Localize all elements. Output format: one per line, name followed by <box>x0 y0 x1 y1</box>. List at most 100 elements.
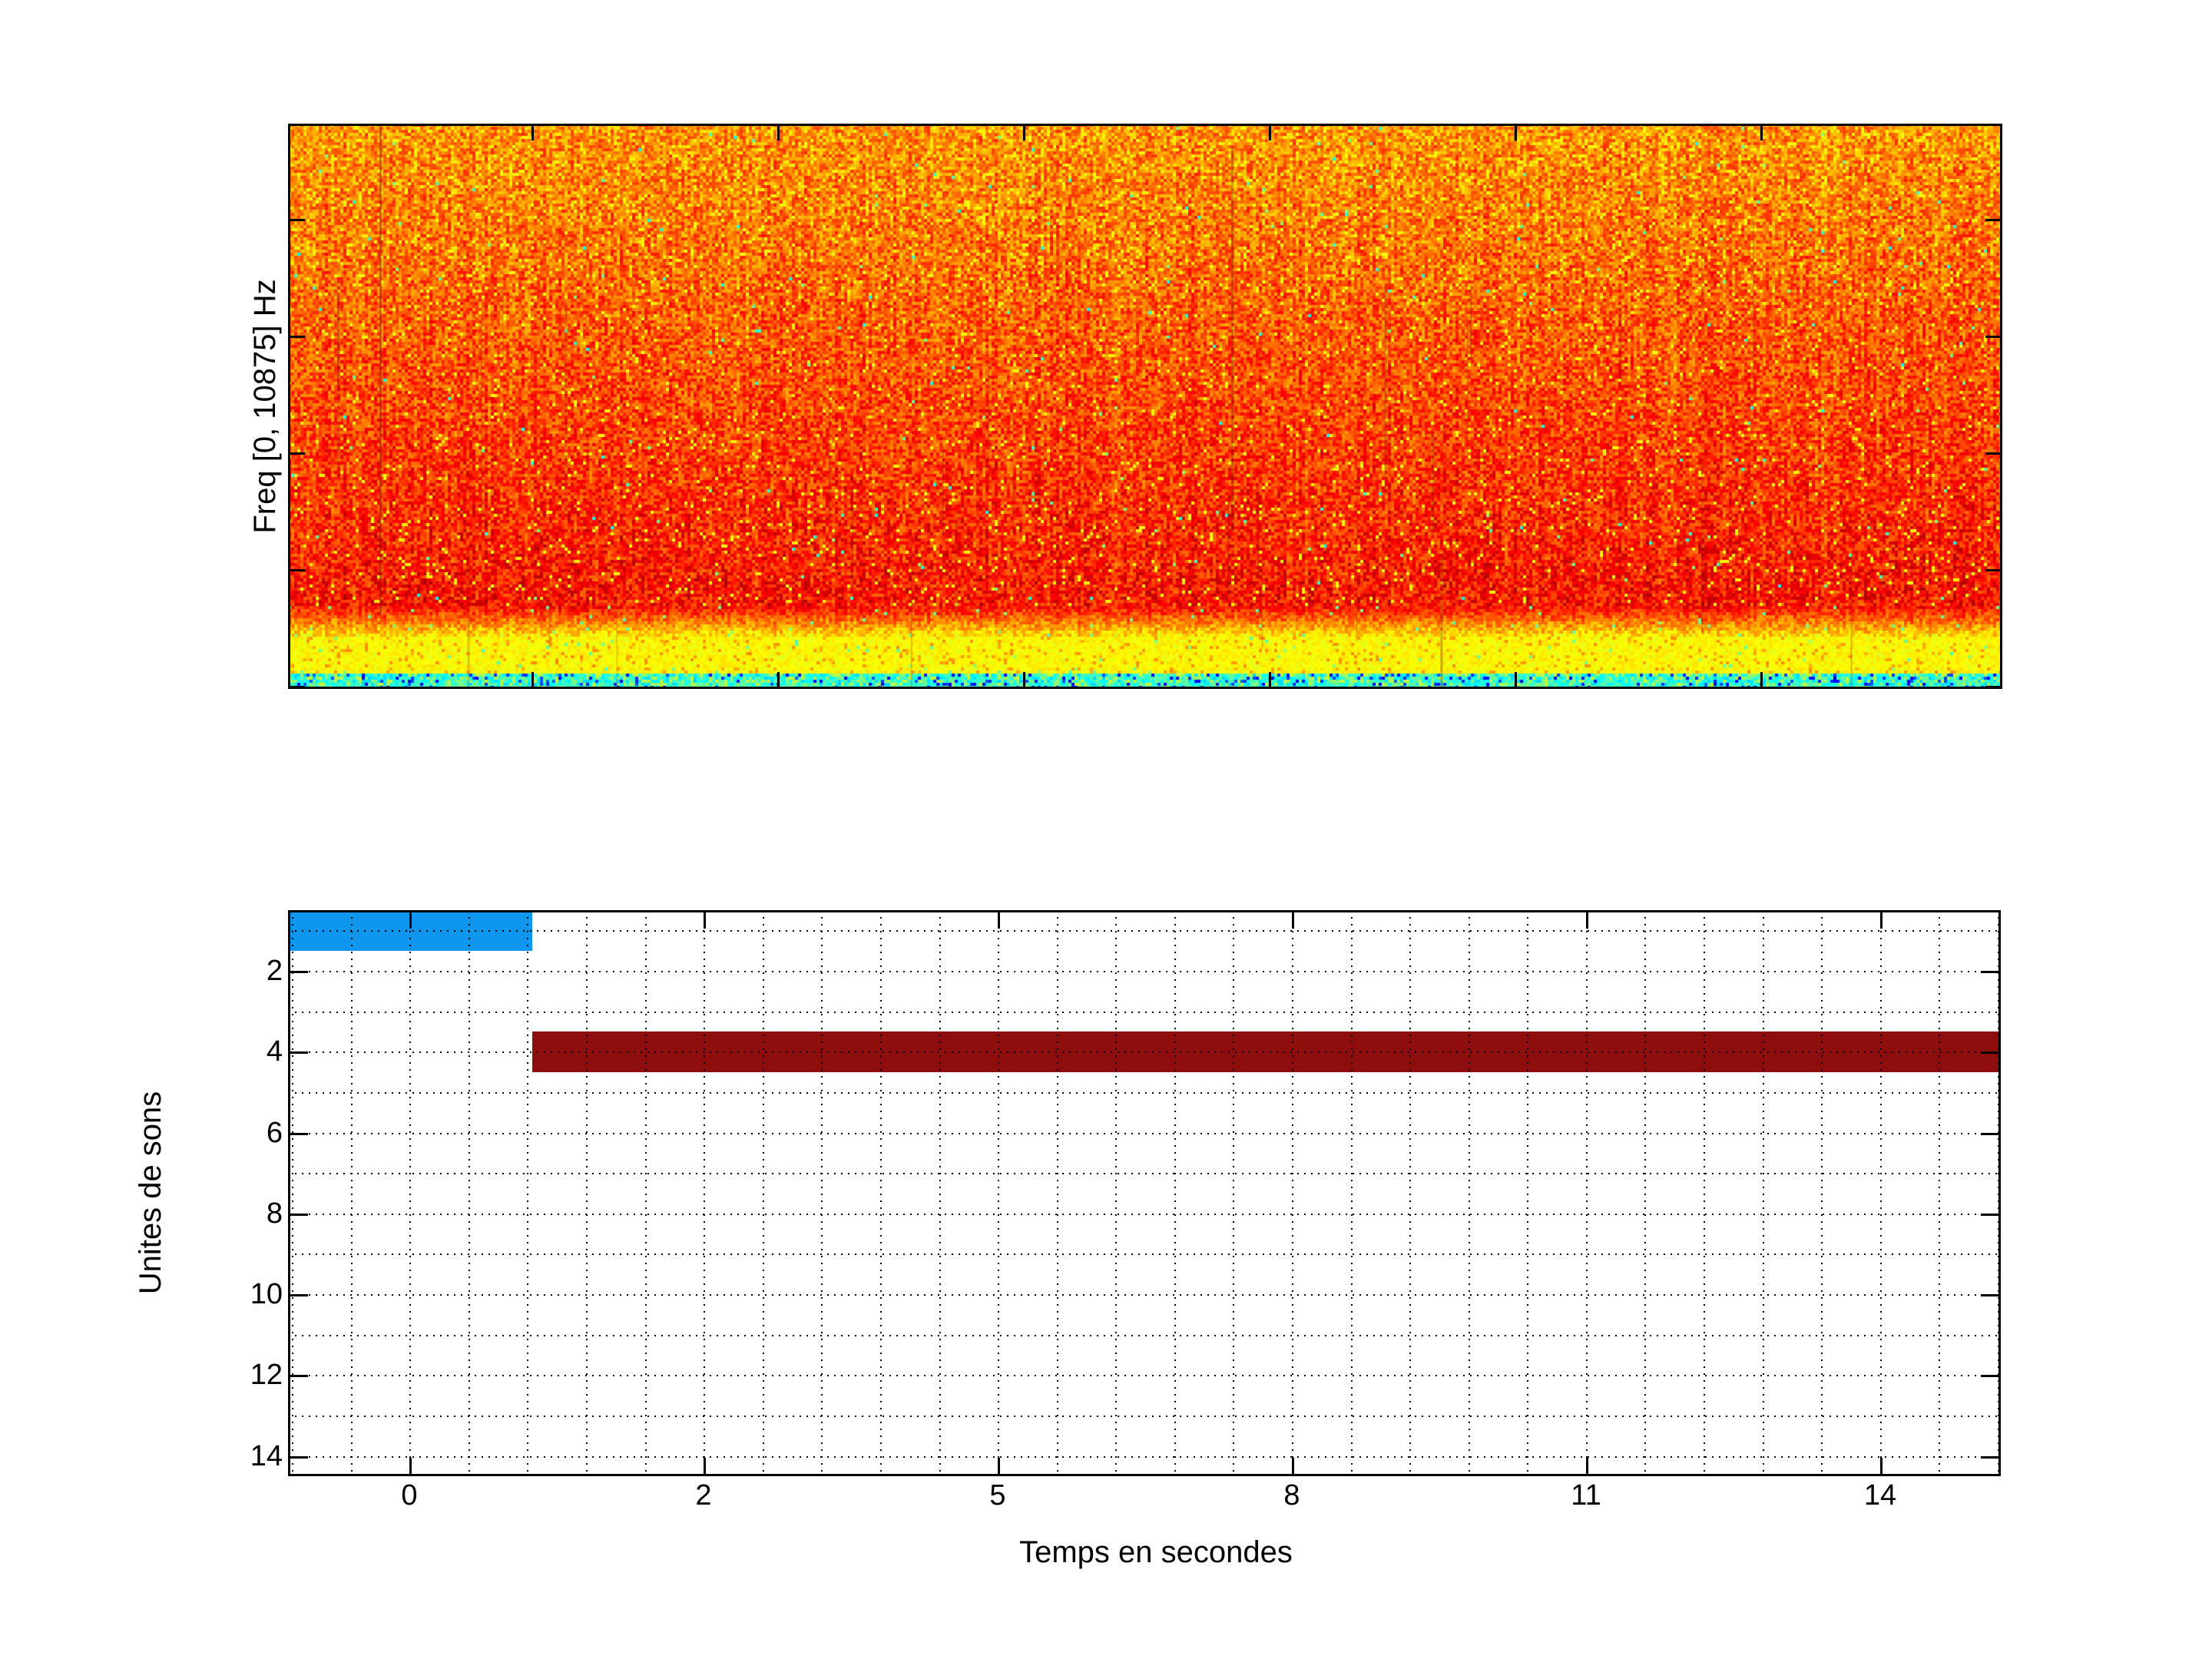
grid-line-horizontal <box>288 1334 2001 1336</box>
x-tick-mark <box>409 910 412 929</box>
y-tick-mark <box>1981 1213 2001 1216</box>
grid-line-vertical <box>1585 910 1588 1476</box>
x-tick-mark <box>998 910 1000 929</box>
grid-line-vertical <box>1115 910 1118 1476</box>
segments-plot-border <box>288 910 2001 1476</box>
grid-line-horizontal <box>288 1132 2001 1134</box>
y-tick-mark <box>288 569 305 571</box>
grid-line-horizontal <box>288 1173 2001 1175</box>
x-tick-mark <box>1515 124 1517 141</box>
x-tick-label: 2 <box>695 1479 712 1512</box>
y-tick-label: 2 <box>266 954 283 987</box>
x-tick-mark <box>1023 124 1025 141</box>
x-tick-mark <box>777 672 780 689</box>
spectrogram-plot <box>288 124 2002 689</box>
grid-line-horizontal <box>288 1091 2001 1094</box>
y-tick-mark <box>1981 1455 2001 1459</box>
y-tick-label: 6 <box>266 1116 283 1149</box>
grid-line-vertical <box>350 910 353 1476</box>
x-tick-mark <box>1880 910 1883 929</box>
y-tick-mark <box>288 970 308 973</box>
grid-line-vertical <box>762 910 764 1476</box>
y-tick-mark <box>1981 1375 2001 1378</box>
x-tick-mark <box>1269 124 1271 141</box>
grid-line-horizontal <box>288 1011 2001 1013</box>
x-tick-mark <box>531 124 534 141</box>
grid-line-horizontal <box>288 970 2001 972</box>
grid-line-vertical <box>1762 910 1764 1476</box>
y-tick-mark <box>288 686 305 688</box>
y-tick-mark <box>288 1132 308 1135</box>
x-tick-label: 0 <box>401 1479 418 1512</box>
x-tick-mark <box>704 1458 706 1476</box>
x-tick-mark <box>1292 1458 1294 1476</box>
grid-line-vertical <box>1704 910 1706 1476</box>
y-tick-label: 10 <box>250 1278 283 1311</box>
y-tick-mark <box>1981 1132 2001 1135</box>
grid-line-vertical <box>1174 910 1176 1476</box>
x-tick-mark <box>1292 910 1294 929</box>
grid-line-vertical <box>1409 910 1412 1476</box>
grid-line-vertical <box>1879 910 1882 1476</box>
grid-line-vertical <box>1233 910 1235 1476</box>
grid-line-vertical <box>1644 910 1647 1476</box>
x-tick-mark <box>704 910 706 929</box>
x-tick-mark <box>1760 124 1763 141</box>
grid-line-horizontal <box>288 930 2001 932</box>
grid-line-vertical <box>704 910 706 1476</box>
grid-line-vertical <box>1939 910 1941 1476</box>
y-tick-mark <box>288 1213 308 1216</box>
figure: Freq [0, 10875] Hz Unites de sons Temps … <box>0 0 2212 1659</box>
x-tick-mark <box>1586 910 1588 929</box>
y-tick-mark <box>288 1375 308 1378</box>
grid-line-vertical <box>644 910 647 1476</box>
x-tick-mark <box>777 124 780 141</box>
grid-line-vertical <box>1056 910 1058 1476</box>
grid-line-vertical <box>1997 910 1999 1476</box>
y-tick-mark <box>1985 452 2002 455</box>
x-tick-mark <box>1760 672 1763 689</box>
segments-plot <box>288 910 2001 1476</box>
grid-line-horizontal <box>288 1375 2001 1377</box>
grid-line-horizontal <box>288 1416 2001 1418</box>
y-tick-mark <box>1985 336 2002 338</box>
grid-line-horizontal <box>288 1213 2001 1215</box>
segments-ylabel: Unites de sons <box>134 1091 167 1295</box>
grid-line-horizontal <box>288 1051 2001 1054</box>
y-tick-mark <box>288 1294 308 1297</box>
x-tick-label: 8 <box>1283 1479 1300 1512</box>
grid-line-vertical <box>821 910 823 1476</box>
y-tick-mark <box>288 452 305 455</box>
grid-line-vertical <box>1350 910 1353 1476</box>
grid-line-horizontal <box>288 1253 2001 1256</box>
y-tick-mark <box>1981 970 2001 973</box>
grid-line-vertical <box>1468 910 1470 1476</box>
spectrogram-image <box>288 124 2002 689</box>
grid-line-vertical <box>292 910 294 1476</box>
x-tick-mark <box>1880 1458 1883 1476</box>
y-tick-label: 14 <box>250 1439 283 1472</box>
grid-line-horizontal <box>288 1294 2001 1296</box>
x-tick-mark <box>1269 672 1271 689</box>
x-tick-label: 5 <box>989 1479 1006 1512</box>
y-tick-mark <box>1981 1294 2001 1297</box>
grid-line-vertical <box>939 910 941 1476</box>
y-tick-mark <box>1981 1051 2001 1055</box>
x-tick-mark <box>1023 672 1025 689</box>
x-tick-mark <box>998 1458 1000 1476</box>
grid-line-vertical <box>468 910 470 1476</box>
x-tick-label: 14 <box>1863 1479 1897 1512</box>
grid-line-vertical <box>1527 910 1529 1476</box>
y-tick-label: 12 <box>250 1359 283 1392</box>
grid-line-vertical <box>998 910 1000 1476</box>
x-tick-mark <box>1586 1458 1588 1476</box>
x-tick-mark <box>1515 672 1517 689</box>
grid-line-horizontal <box>288 1455 2001 1458</box>
y-tick-mark <box>288 1455 308 1459</box>
y-tick-mark <box>1985 686 2002 688</box>
grid-line-vertical <box>1821 910 1823 1476</box>
x-tick-mark <box>409 1458 412 1476</box>
grid-line-vertical <box>879 910 882 1476</box>
x-tick-label: 11 <box>1571 1479 1601 1512</box>
y-tick-mark <box>288 1051 308 1055</box>
